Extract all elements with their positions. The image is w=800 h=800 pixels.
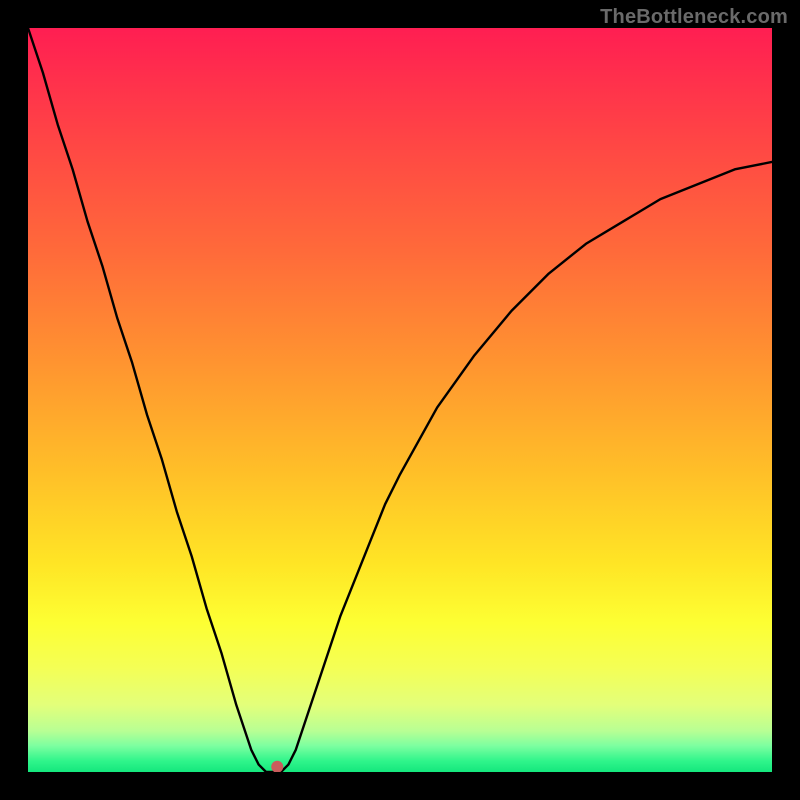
chart-frame: TheBottleneck.com	[0, 0, 800, 800]
plot-area	[28, 28, 772, 772]
bottleneck-chart	[28, 28, 772, 772]
gradient-background	[28, 28, 772, 772]
watermark-label: TheBottleneck.com	[600, 6, 788, 29]
